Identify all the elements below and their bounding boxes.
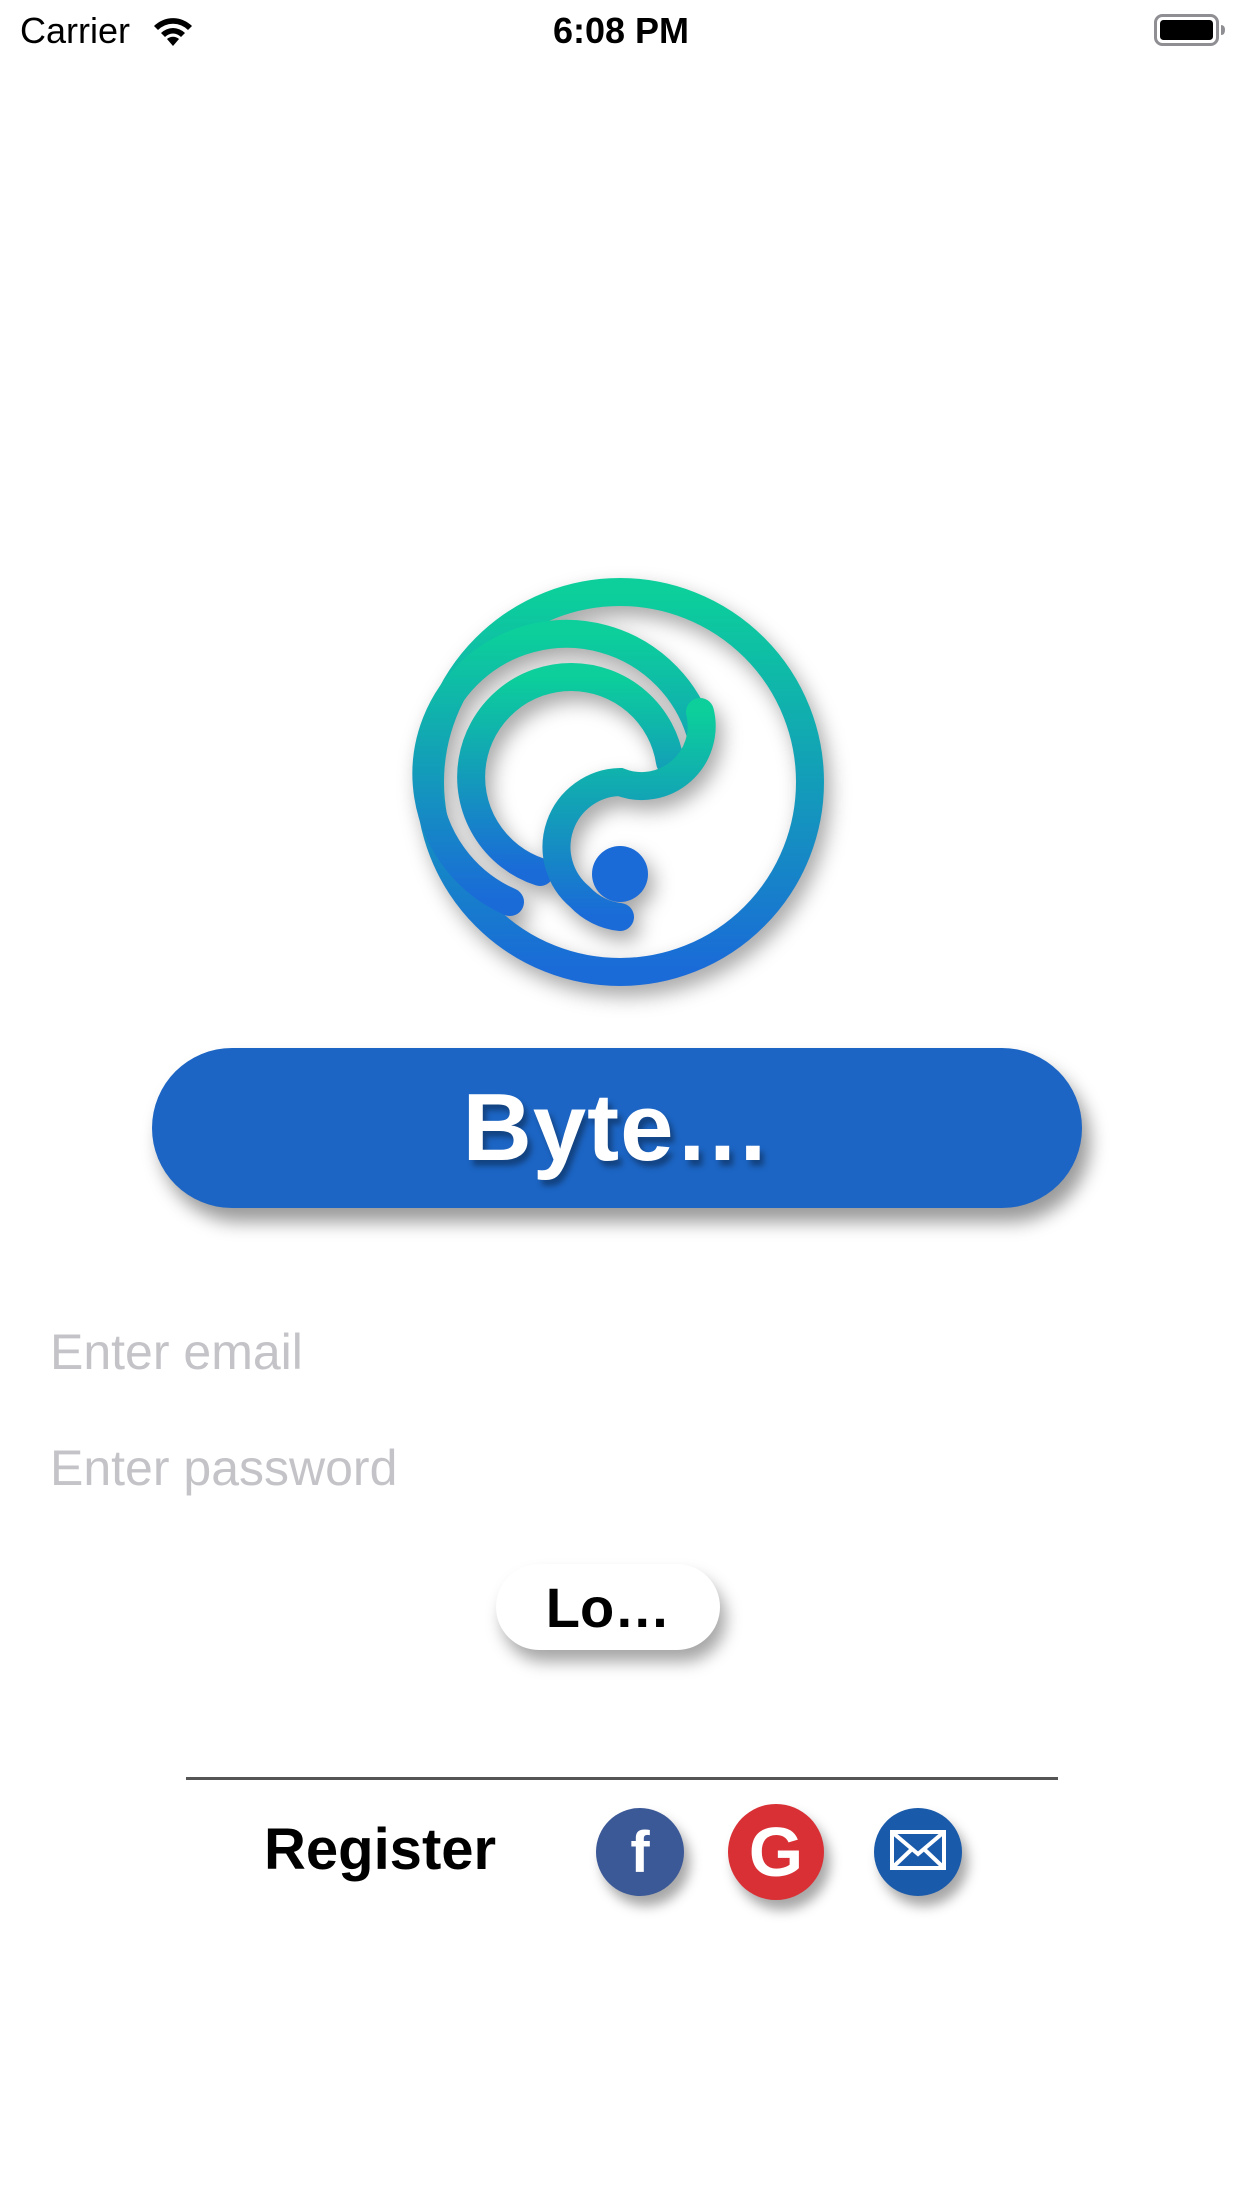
divider (186, 1777, 1058, 1780)
email-login-button[interactable] (874, 1808, 962, 1896)
facebook-login-button[interactable]: f (596, 1808, 684, 1896)
google-icon: G (748, 1813, 804, 1891)
google-login-button[interactable]: G (728, 1804, 824, 1900)
facebook-icon: f (630, 1819, 650, 1885)
clock: 6:08 PM (552, 10, 690, 51)
battery-icon (1154, 14, 1226, 46)
app-title-banner: Byte… (152, 1048, 1082, 1208)
register-button[interactable]: Register (264, 1816, 496, 1883)
app-logo (410, 572, 830, 992)
mail-icon (890, 1829, 946, 1875)
password-field[interactable] (50, 1428, 1190, 1508)
login-button[interactable]: Lo… (496, 1564, 720, 1650)
status-bar: Carrier 6:08 PM (0, 0, 1242, 60)
app-title: Byte… (462, 1074, 772, 1181)
email-field[interactable] (50, 1312, 1190, 1392)
